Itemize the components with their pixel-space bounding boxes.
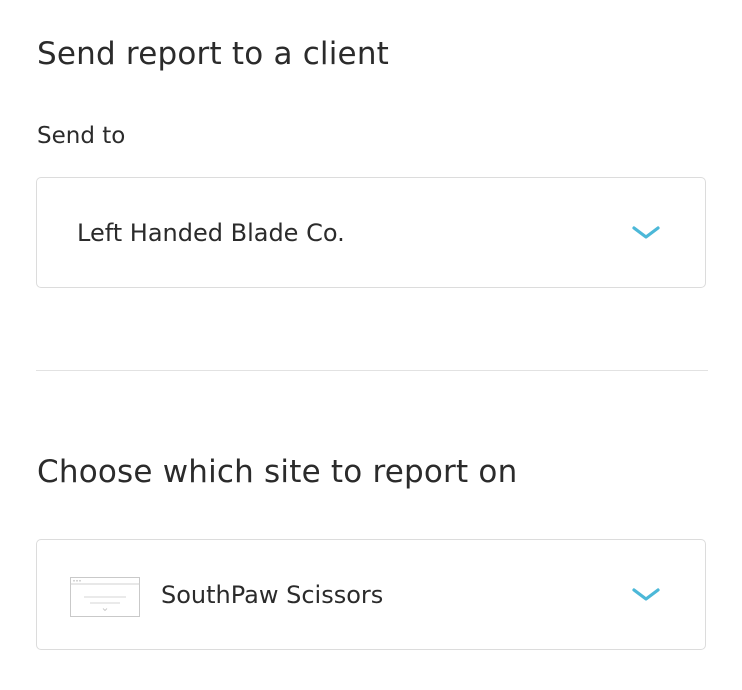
- client-select[interactable]: Left Handed Blade Co.: [36, 177, 706, 288]
- send-report-title: Send report to a client: [37, 36, 390, 72]
- site-select[interactable]: SouthPaw Scissors: [36, 539, 706, 650]
- section-divider: [36, 370, 708, 371]
- site-select-value: SouthPaw Scissors: [161, 580, 384, 609]
- send-to-label: Send to: [37, 123, 126, 149]
- chevron-down-icon[interactable]: [631, 225, 661, 241]
- client-select-value: Left Handed Blade Co.: [77, 218, 345, 247]
- website-thumbnail-icon: [70, 577, 140, 617]
- choose-site-title: Choose which site to report on: [37, 454, 518, 490]
- chevron-down-icon[interactable]: [631, 587, 661, 603]
